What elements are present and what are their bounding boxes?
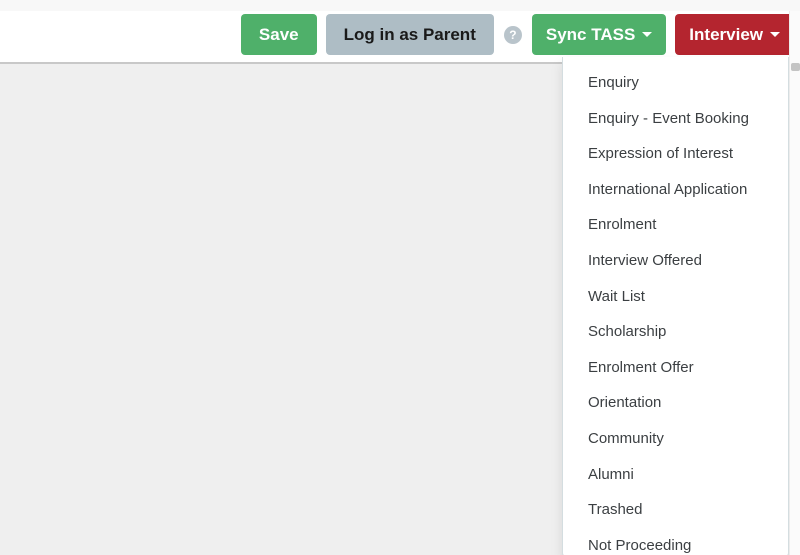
help-icon[interactable]: ? [504,26,522,44]
sync-tass-dropdown-button[interactable]: Sync TASS [532,14,666,55]
dropdown-item[interactable]: International Application [563,172,788,208]
dropdown-item[interactable]: Wait List [563,279,788,315]
dropdown-item[interactable]: Not Proceeding [563,528,788,555]
top-chrome-strip [0,0,800,11]
log-in-as-parent-button[interactable]: Log in as Parent [326,14,494,55]
save-button[interactable]: Save [241,14,317,55]
dropdown-item[interactable]: Enrolment [563,207,788,243]
header-button-row: Save Log in as Parent ? Sync TASS Interv… [241,14,798,55]
chevron-down-icon [642,32,652,37]
dropdown-item-list: EnquiryEnquiry - Event BookingExpression… [563,57,788,555]
app-root: Save Log in as Parent ? Sync TASS Interv… [0,0,800,555]
chevron-down-icon [770,32,780,37]
dropdown-item[interactable]: Expression of Interest [563,136,788,172]
dropdown-item[interactable]: Scholarship [563,314,788,350]
dropdown-item[interactable]: Enquiry - Event Booking [563,101,788,137]
sync-tass-label: Sync TASS [546,26,635,43]
page-scrollbar-thumb[interactable] [791,63,800,71]
dropdown-item[interactable]: Trashed [563,492,788,528]
interview-label: Interview [689,26,763,43]
dropdown-item[interactable]: Alumni [563,457,788,493]
sync-tass-dropdown-menu: EnquiryEnquiry - Event BookingExpression… [562,57,789,555]
page-scrollbar[interactable] [789,11,800,555]
interview-dropdown-button[interactable]: Interview [675,14,794,55]
dropdown-item[interactable]: Orientation [563,385,788,421]
dropdown-item[interactable]: Community [563,421,788,457]
dropdown-item[interactable]: Enrolment Offer [563,350,788,386]
dropdown-item[interactable]: Interview Offered [563,243,788,279]
dropdown-item[interactable]: Enquiry [563,65,788,101]
